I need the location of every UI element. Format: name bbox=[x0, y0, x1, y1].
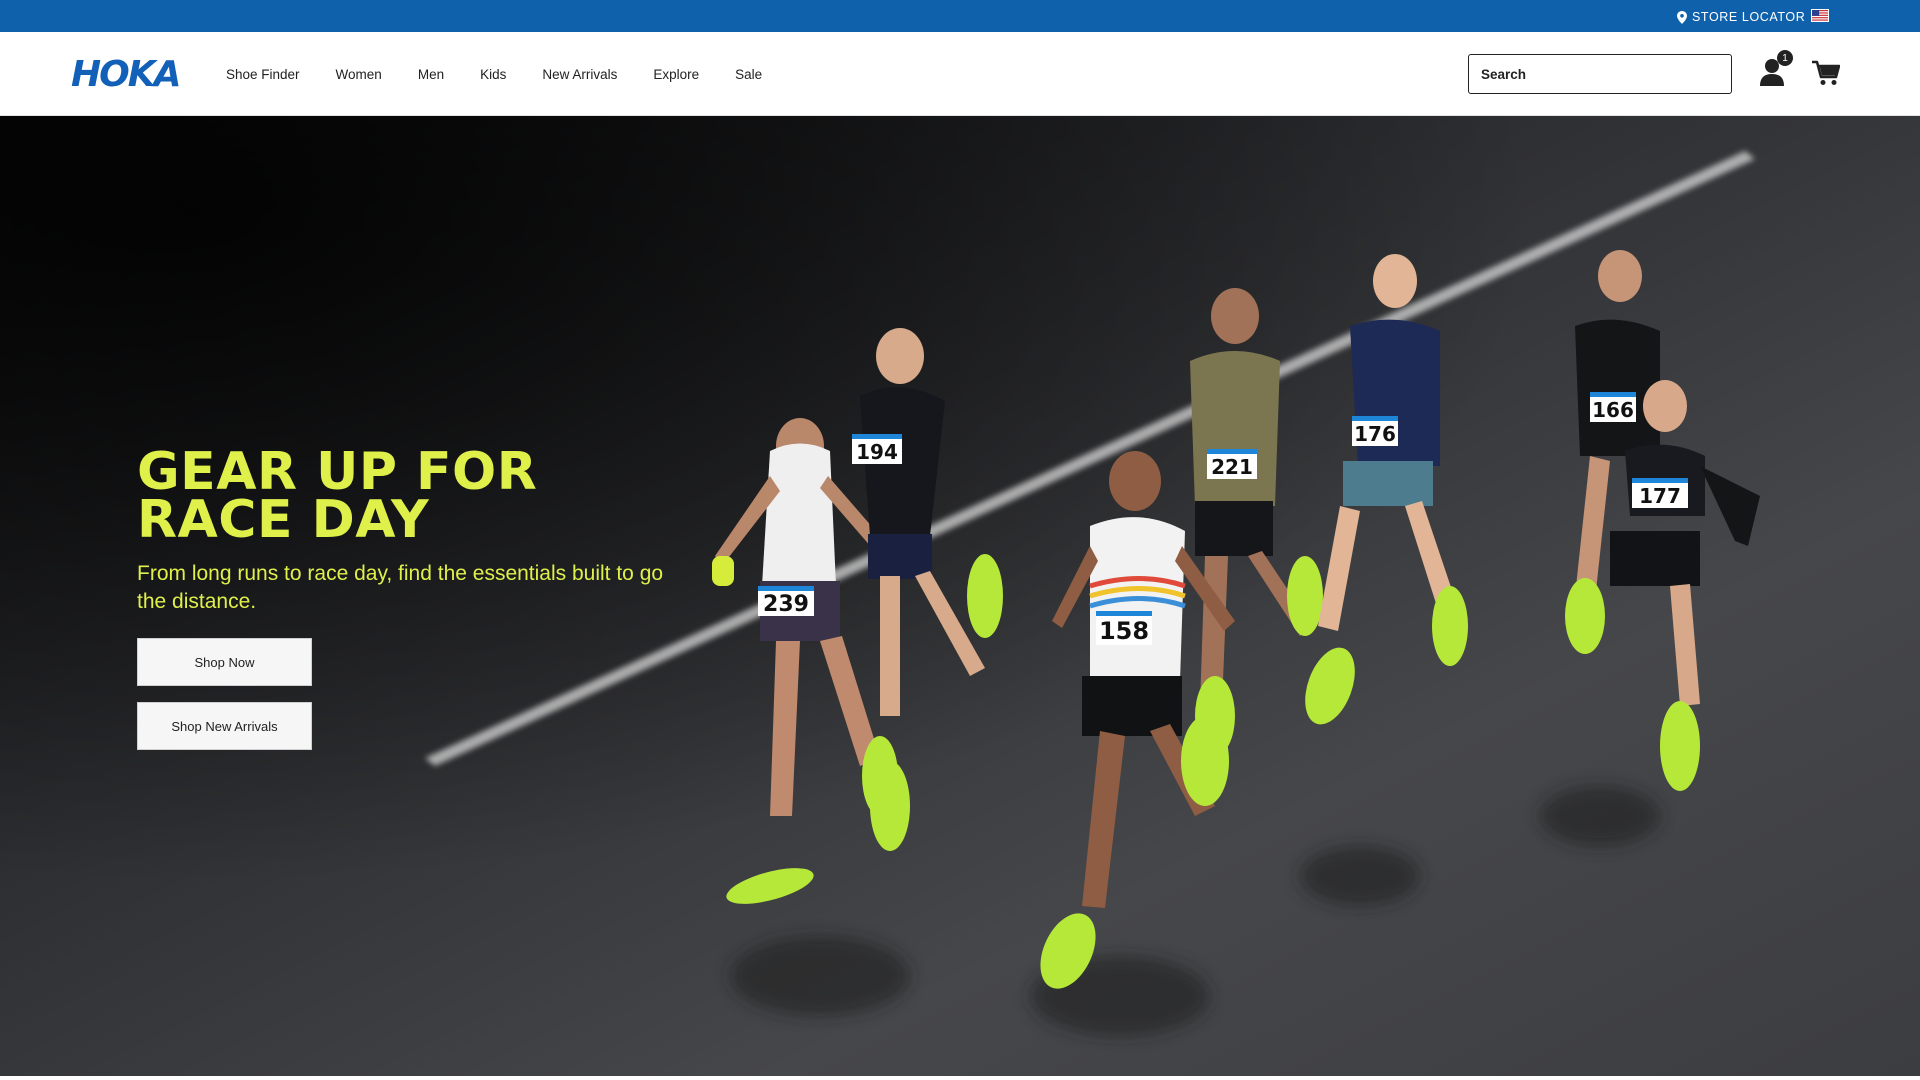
hero-title: GEAR UP FOR RACE DAY bbox=[137, 442, 538, 550]
hero-banner: 239 194 221 176 166 177 158 GEAR UP FOR … bbox=[0, 116, 1920, 1076]
search-input[interactable] bbox=[1481, 66, 1731, 82]
cart-icon[interactable] bbox=[1812, 60, 1841, 86]
main-nav: Shoe Finder Women Men Kids New Arrivals … bbox=[226, 32, 798, 116]
nav-men[interactable]: Men bbox=[418, 67, 444, 82]
search-box bbox=[1468, 54, 1732, 94]
nav-women[interactable]: Women bbox=[336, 67, 382, 82]
bib-176: 176 bbox=[1354, 422, 1396, 446]
bib-239: 239 bbox=[763, 592, 809, 617]
hoka-logo[interactable]: HOKA bbox=[71, 56, 185, 90]
nav-kids[interactable]: Kids bbox=[480, 67, 506, 82]
store-locator-link[interactable]: STORE LOCATOR bbox=[1677, 9, 1805, 25]
bib-166: 166 bbox=[1592, 398, 1634, 422]
us-flag-icon[interactable] bbox=[1811, 9, 1829, 22]
logo-text: HOKA bbox=[71, 56, 180, 90]
nav-shoe-finder[interactable]: Shoe Finder bbox=[226, 67, 300, 82]
bib-221: 221 bbox=[1211, 455, 1253, 479]
shop-new-arrivals-button[interactable]: Shop New Arrivals bbox=[137, 702, 312, 750]
hero-subtitle: From long runs to race day, find the ess… bbox=[137, 562, 664, 613]
nav-new-arrivals[interactable]: New Arrivals bbox=[542, 67, 617, 82]
nav-explore[interactable]: Explore bbox=[653, 67, 699, 82]
location-pin-icon bbox=[1677, 10, 1687, 24]
bib-158: 158 bbox=[1099, 617, 1149, 645]
bib-177: 177 bbox=[1639, 484, 1681, 508]
utility-bar: STORE LOCATOR bbox=[0, 0, 1920, 32]
shop-now-button[interactable]: Shop Now bbox=[137, 638, 312, 686]
account-notification-badge: 1 bbox=[1777, 50, 1793, 66]
bib-194: 194 bbox=[856, 440, 898, 464]
store-locator-label: STORE LOCATOR bbox=[1692, 10, 1806, 24]
nav-sale[interactable]: Sale bbox=[735, 67, 762, 82]
site-header: HOKA Shoe Finder Women Men Kids New Arri… bbox=[0, 32, 1920, 116]
hero-content: GEAR UP FOR RACE DAY From long runs to r… bbox=[137, 442, 697, 750]
